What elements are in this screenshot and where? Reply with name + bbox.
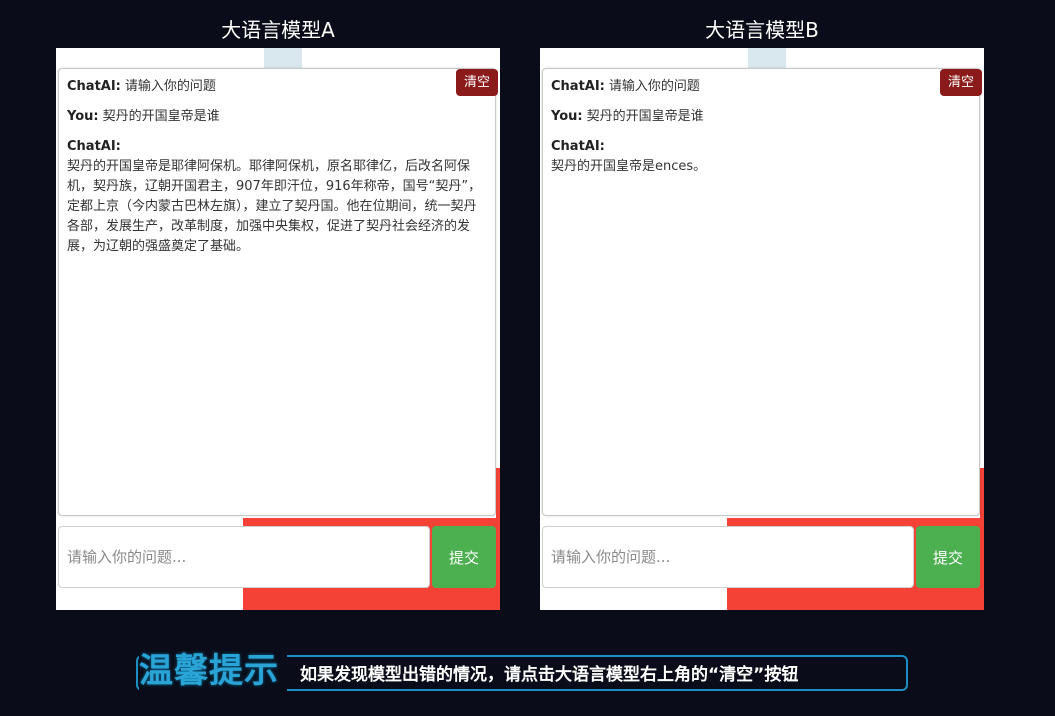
clear-button[interactable]: 清空 [455, 69, 498, 96]
message-text: 契丹的开国皇帝是谁 [102, 109, 220, 124]
chat-message: ChatAI: 请输入你的问题 [67, 77, 487, 97]
message-sender: You: [67, 109, 99, 124]
panel-b: ChatAI: 请输入你的问题 You: 契丹的开国皇帝是谁 ChatAI: 契丹的开… [540, 48, 984, 610]
submit-button[interactable]: 提交 [916, 526, 980, 588]
clear-button[interactable]: 清空 [939, 69, 982, 96]
panel-b-chat-log[interactable]: ChatAI: 请输入你的问题 You: 契丹的开国皇帝是谁 ChatAI: 契丹的开… [542, 68, 980, 516]
message-sender: ChatAI: [67, 79, 121, 94]
panel-b-title: 大语言模型B [705, 18, 819, 42]
question-input[interactable] [542, 526, 914, 588]
question-input[interactable] [58, 526, 430, 588]
chat-message: ChatAI: 契丹的开国皇帝是ences。 [551, 137, 971, 177]
panel-a: ChatAI: 请输入你的问题 You: 契丹的开国皇帝是谁 ChatAI: 契丹的开… [56, 48, 500, 610]
tip-title: 温馨提示 [139, 648, 287, 694]
message-text: 请输入你的问题 [124, 79, 216, 94]
submit-button[interactable]: 提交 [432, 526, 496, 588]
message-text: 契丹的开国皇帝是谁 [586, 109, 704, 124]
panel-b-top-tab [748, 48, 786, 68]
chat-message: You: 契丹的开国皇帝是谁 [551, 107, 971, 127]
message-sender: ChatAI: [551, 79, 605, 94]
chat-message: ChatAI: 契丹的开国皇帝是耶律阿保机。耶律阿保机，原名耶律亿，后改名阿保机，… [67, 137, 487, 257]
chat-message: You: 契丹的开国皇帝是谁 [67, 107, 487, 127]
message-sender: ChatAI: [551, 139, 605, 154]
panel-a-title: 大语言模型A [221, 18, 335, 42]
chat-message: ChatAI: 请输入你的问题 [551, 77, 971, 97]
message-sender: You: [551, 109, 583, 124]
panel-a-top-tab [264, 48, 302, 68]
message-text: 契丹的开国皇帝是ences。 [551, 159, 707, 174]
tip-text: 如果发现模型出错的情况，请点击大语言模型右上角的“清空”按钮 [300, 665, 799, 685]
message-sender: ChatAI: [67, 139, 121, 154]
panel-a-chat-log[interactable]: ChatAI: 请输入你的问题 You: 契丹的开国皇帝是谁 ChatAI: 契丹的开… [58, 68, 496, 516]
message-text: 契丹的开国皇帝是耶律阿保机。耶律阿保机，原名耶律亿，后改名阿保机，契丹族，辽朝开… [67, 159, 482, 254]
message-text: 请输入你的问题 [608, 79, 700, 94]
